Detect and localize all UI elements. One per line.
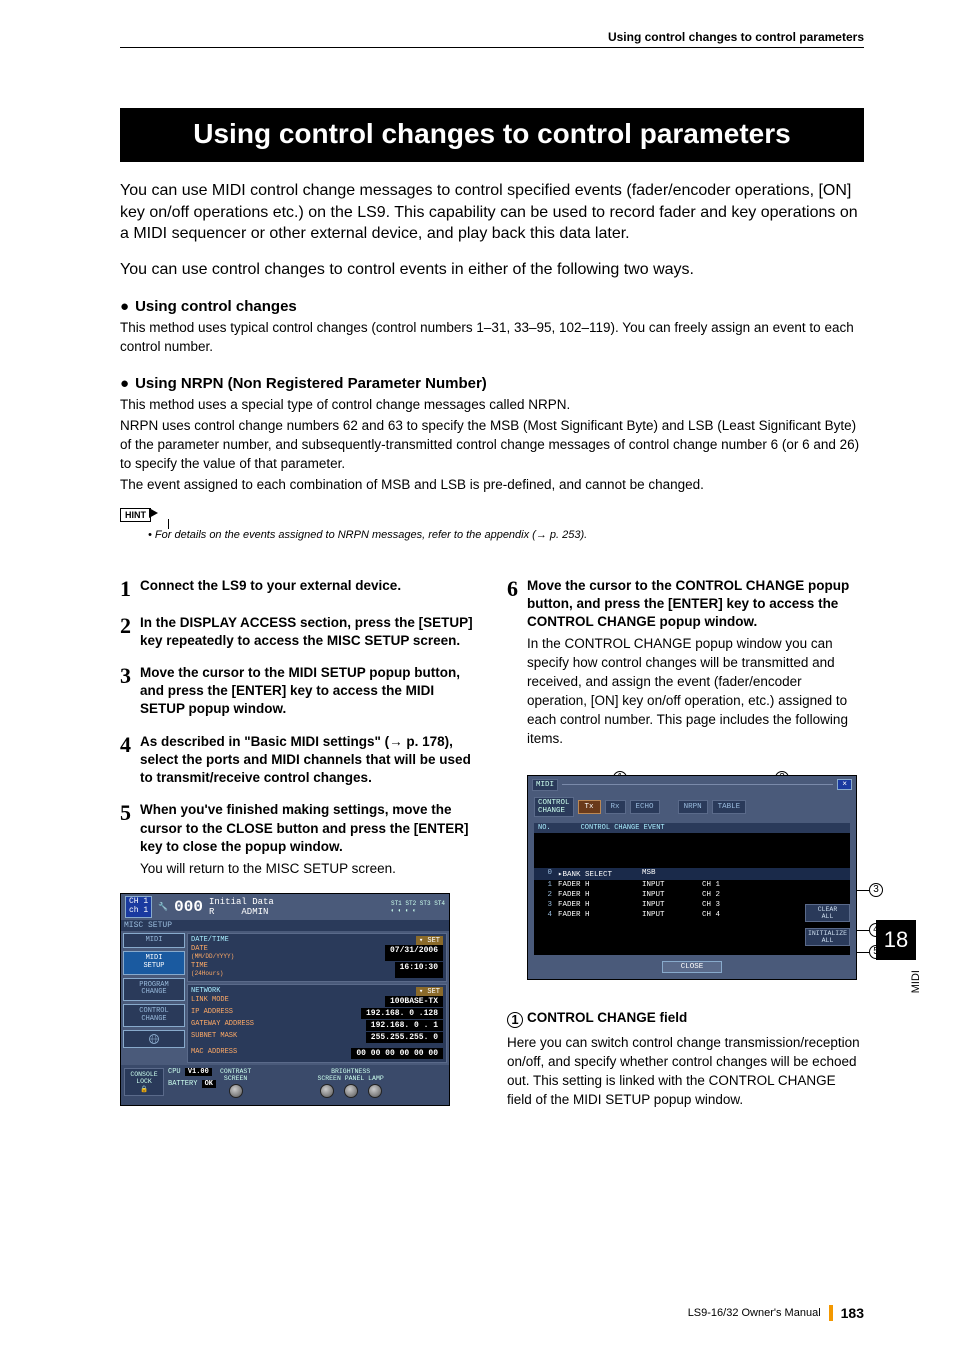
footer-bar-icon <box>829 1305 833 1321</box>
nrpn-button[interactable]: NRPN <box>678 800 708 814</box>
step-text: When you've finished making settings, mo… <box>140 801 477 879</box>
table-row[interactable]: 0▸BANK SELECTMSB <box>534 868 850 880</box>
lock-icon: 🔒 <box>140 1086 148 1093</box>
control-change-field-label: CONTROL CHANGE <box>534 797 574 818</box>
brightness-screen-knob[interactable] <box>320 1084 334 1098</box>
hint-label: HINT <box>120 508 151 522</box>
hint-tag-row: HINT <box>120 505 864 523</box>
step-text: In the DISPLAY ACCESS section, press the… <box>140 614 477 650</box>
intro-paragraph-1: You can use MIDI control change messages… <box>120 180 864 245</box>
console-lock-button[interactable]: CONSOLE LOCK 🔒 <box>124 1068 164 1096</box>
step-4: 4 As described in "Basic MIDI settings" … <box>120 733 477 788</box>
st-indicators: ST1 ST2 ST3 ST4 ◐ ◐ ◐ ◐ <box>391 900 445 914</box>
midi-label: MIDI <box>123 933 185 949</box>
close-icon[interactable]: × <box>837 779 852 790</box>
hint-text: • For details on the events assigned to … <box>148 529 864 541</box>
table-header: NO. CONTROL CHANGE EVENT <box>534 823 850 833</box>
ip-value[interactable]: 192.168. 0 .128 <box>361 1008 443 1019</box>
step-5: 5 When you've finished making settings, … <box>120 801 477 879</box>
network-set-button[interactable]: ▾ SET <box>416 987 443 996</box>
chapter-label: MIDI <box>910 970 922 993</box>
table-button[interactable]: TABLE <box>712 800 747 814</box>
section-nrpn-p3: The event assigned to each combination o… <box>120 476 864 495</box>
table-row[interactable]: 2FADER HINPUTCH 2 <box>534 890 850 900</box>
network-panel: NETWORK ▾ SET LINK MODE100BASE-TX IP ADD… <box>187 984 447 1063</box>
section-nrpn-p1: This method uses a special type of contr… <box>120 396 864 415</box>
initialize-all-button[interactable]: INITIALIZE ALL <box>805 928 850 946</box>
step-subtext: In the CONTROL CHANGE popup window you c… <box>527 635 864 748</box>
echo-button[interactable]: ECHO <box>630 800 660 814</box>
channel-indicator: CH 1ch 1 <box>125 896 152 918</box>
step-6: 6 Move the cursor to the CONTROL CHANGE … <box>507 577 864 749</box>
section-control-changes-body: This method uses typical control changes… <box>120 319 864 357</box>
clear-all-button[interactable]: CLEAR ALL <box>805 904 850 922</box>
step-number: 1 <box>120 578 140 600</box>
subnet-value[interactable]: 255.255.255. 0 <box>366 1032 443 1043</box>
rx-button[interactable]: Rx <box>605 800 626 814</box>
control-change-button[interactable]: CONTROL CHANGE <box>123 1004 185 1027</box>
section-nrpn: Using NRPN (Non Registered Parameter Num… <box>120 375 864 392</box>
date-value[interactable]: 07/31/2006 <box>385 945 443 961</box>
page-number: 183 <box>841 1305 864 1321</box>
table-row[interactable]: 3FADER HINPUTCH 3 <box>534 900 850 910</box>
step-text: Move the cursor to the MIDI SETUP popup … <box>140 664 477 719</box>
contrast-knob[interactable] <box>229 1084 243 1098</box>
table-row[interactable]: 1FADER HINPUTCH 1 <box>534 880 850 890</box>
mac-value: 00 00 00 00 00 00 <box>351 1048 443 1059</box>
step-number: 6 <box>507 578 527 600</box>
footer-owner: LS9-16/32 Owner's Manual <box>688 1307 821 1319</box>
battery-status: OK <box>202 1080 216 1088</box>
running-head: Using control changes to control paramet… <box>120 30 864 48</box>
midi-setup-button[interactable]: MIDI SETUP <box>123 951 185 974</box>
scene-number: 000 <box>174 898 203 916</box>
step-text: Connect the LS9 to your external device. <box>140 577 401 595</box>
tx-button[interactable]: Tx <box>578 800 601 814</box>
page-title: Using control changes to control paramet… <box>120 108 864 162</box>
step-1: 1 Connect the LS9 to your external devic… <box>120 577 477 600</box>
intro-paragraph-2: You can use control changes to control e… <box>120 259 864 281</box>
step-number: 5 <box>120 802 140 824</box>
callout-3: 3 <box>869 883 883 897</box>
screen-tab: MISC SETUP <box>121 920 449 931</box>
section-nrpn-p2: NRPN uses control change numbers 62 and … <box>120 417 864 474</box>
step-number: 3 <box>120 665 140 687</box>
brightness-panel-knob[interactable] <box>344 1084 358 1098</box>
callout-1-label: 1 <box>507 1012 523 1028</box>
datetime-set-button[interactable]: ▾ SET <box>416 936 443 945</box>
step-3: 3 Move the cursor to the MIDI SETUP popu… <box>120 664 477 719</box>
gateway-value[interactable]: 192.168. 0 . 1 <box>366 1020 443 1031</box>
datetime-panel: DATE/TIME ▾ SET DATE(MM/DD/YYYY) 07/31/2… <box>187 933 447 982</box>
table-row[interactable]: 4FADER HINPUTCH 4 <box>534 910 850 920</box>
wrench-icon: 🔧 <box>158 902 168 912</box>
scene-title: Initial Data R ADMIN <box>209 897 274 917</box>
footer: LS9-16/32 Owner's Manual 183 <box>688 1305 864 1321</box>
section-control-changes: Using control changes <box>120 298 864 315</box>
step-text: Move the cursor to the CONTROL CHANGE po… <box>527 577 864 749</box>
time-value[interactable]: 16:10:30 <box>395 962 443 978</box>
chapter-tab: 18 <box>876 920 916 960</box>
misc-setup-screenshot: CH 1ch 1 🔧 000 Initial Data R ADMIN ST1 … <box>120 893 450 1106</box>
brightness-lamp-knob[interactable] <box>368 1084 382 1098</box>
link-mode-value[interactable]: 100BASE-TX <box>385 996 443 1007</box>
control-change-popup: MIDI × CONTROL CHANGE Tx Rx ECHO NRPN TA… <box>527 775 857 981</box>
close-button[interactable]: CLOSE <box>662 961 722 973</box>
program-change-button[interactable]: PROGRAM CHANGE <box>123 978 185 1001</box>
table-body: 0▸BANK SELECTMSB 1FADER HINPUTCH 1 2FADE… <box>534 867 850 955</box>
word-clock-button[interactable] <box>123 1030 185 1048</box>
step-subtext: You will return to the MISC SETUP screen… <box>140 860 477 879</box>
step-2: 2 In the DISPLAY ACCESS section, press t… <box>120 614 477 650</box>
step-text: As described in "Basic MIDI settings" (→… <box>140 733 477 788</box>
field-1-heading: 1CONTROL CHANGE field <box>507 1010 864 1028</box>
field-1-body: Here you can switch control change trans… <box>507 1034 864 1110</box>
step-number: 4 <box>120 734 140 756</box>
midi-label: MIDI <box>532 779 558 791</box>
cpu-version: V1.00 <box>185 1068 212 1076</box>
globe-icon <box>148 1033 160 1045</box>
step-number: 2 <box>120 615 140 637</box>
